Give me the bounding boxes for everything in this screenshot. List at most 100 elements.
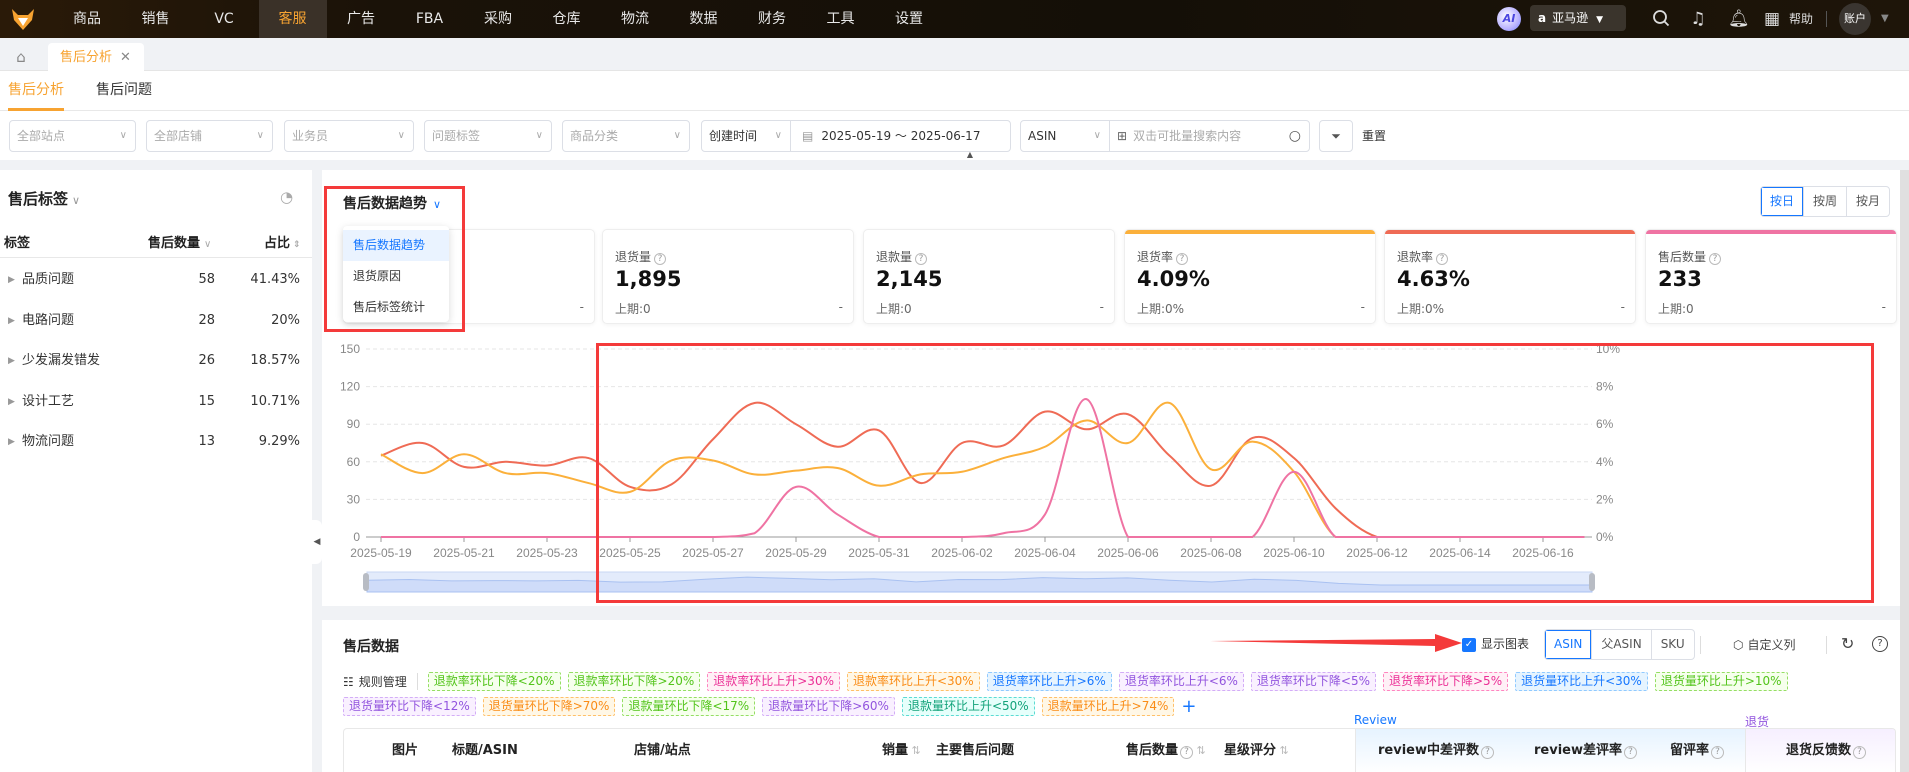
rule-tag[interactable]: 退款量环比下降<17% — [622, 697, 756, 716]
help-icon[interactable]: ? — [1176, 253, 1189, 265]
issue-tag-select[interactable]: 问题标签 ∨ — [424, 120, 552, 152]
category-select[interactable]: 商品分类 ∨ — [562, 120, 690, 152]
headset-icon[interactable]: ♫ — [1688, 9, 1708, 29]
store-select[interactable]: 全部店铺 ∨ — [146, 120, 273, 152]
nav-item[interactable]: 仓库 — [533, 0, 601, 38]
help-icon[interactable]: ? — [654, 253, 667, 265]
dimension-parent-asin[interactable]: 父ASIN — [1591, 630, 1650, 659]
pie-chart-icon[interactable]: ◔ — [280, 188, 293, 206]
nav-item[interactable]: 工具 — [807, 0, 875, 38]
site-select[interactable]: 全部站点 ∨ — [9, 120, 136, 152]
date-range-picker[interactable]: ▤ 2025-05-19 ～ 2025-06-17 — [790, 120, 1011, 152]
bell-icon[interactable]: 🔔︎ — [1728, 9, 1750, 29]
platform-selector[interactable]: a 亚马逊 ▼ — [1530, 5, 1626, 31]
nav-item[interactable]: 财务 — [738, 0, 806, 38]
reset-button[interactable]: 重置 — [1362, 120, 1386, 152]
nav-item[interactable]: 商品 — [53, 0, 121, 38]
time-type-select[interactable]: 创建时间 ∨ — [701, 120, 791, 152]
help-link[interactable]: 帮助 — [1789, 0, 1813, 38]
tab-after-sales-analysis[interactable]: 售后分析 ✕ — [48, 43, 144, 72]
tag-row[interactable]: ▶ 物流问题 13 9.29% — [0, 422, 312, 462]
nav-item[interactable]: 采购 — [464, 0, 532, 38]
search-icon[interactable] — [1651, 9, 1671, 29]
batch-grid-icon[interactable]: ⊞ — [1117, 129, 1127, 143]
dropdown-item-tag-stats[interactable]: 售后标签统计 — [343, 292, 449, 323]
expand-arrow-icon[interactable]: ▶ — [8, 341, 15, 381]
rule-tag[interactable]: 退款率环比下降>20% — [567, 672, 701, 691]
search-type-select[interactable]: ASIN ∨ — [1020, 120, 1110, 152]
search-input[interactable]: ⊞ 双击可批量搜索内容 ○ — [1109, 120, 1310, 152]
dimension-sku[interactable]: SKU — [1650, 630, 1694, 659]
col-header-ratio[interactable]: 占比 ⇕ — [264, 232, 301, 251]
ai-assistant-button[interactable]: AI — [1497, 7, 1521, 31]
close-icon[interactable]: ✕ — [120, 50, 131, 65]
granularity-day[interactable]: 按日 — [1761, 187, 1803, 216]
rule-tag[interactable]: 退款率环比下降<20% — [427, 672, 561, 691]
nav-item[interactable]: 数据 — [670, 0, 738, 38]
expand-arrow-icon[interactable]: ▶ — [8, 382, 15, 422]
search-icon[interactable]: ○ — [1289, 121, 1301, 151]
apps-grid-icon[interactable]: ▦ — [1762, 9, 1782, 29]
show-chart-checkbox[interactable]: ✓ 显示图表 — [1462, 636, 1529, 652]
fox-logo-icon[interactable] — [10, 6, 36, 32]
rule-tag[interactable]: 退货率环比上升<6% — [1118, 672, 1244, 691]
rule-tag[interactable]: 退货量环比上升>10% — [1654, 672, 1788, 691]
collapse-filters-icon[interactable]: ▲ — [950, 150, 990, 160]
rule-tag[interactable]: 退货量环比下降<12% — [343, 697, 476, 716]
rule-tag[interactable]: 退款量环比上升>74% — [1041, 697, 1175, 716]
dimension-asin[interactable]: ASIN — [1545, 630, 1591, 659]
nav-item[interactable]: 设置 — [875, 0, 943, 38]
help-icon[interactable]: ? — [915, 253, 928, 265]
granularity-month[interactable]: 按月 — [1846, 187, 1889, 216]
tag-row[interactable]: ▶ 设计工艺 15 10.71% — [0, 382, 312, 422]
advanced-filter-button[interactable]: ⏷ — [1319, 120, 1353, 152]
subtab-issues[interactable]: 售后问题 — [96, 71, 152, 111]
col-header-count[interactable]: 售后数量 ∨ — [148, 232, 211, 251]
rule-tag[interactable]: 退款量环比上升<50% — [901, 697, 1035, 716]
col-star-rating[interactable]: 星级评分 ⇅ — [1224, 729, 1289, 772]
rules-manage-button[interactable]: ☷ 规则管理 — [343, 673, 418, 690]
tag-row[interactable]: ▶ 品质问题 58 41.43% — [0, 260, 312, 300]
dropdown-item-return-reason[interactable]: 退货原因 — [343, 261, 449, 292]
tag-row[interactable]: ▶ 少发漏发错发 26 18.57% — [0, 341, 312, 381]
tag-row[interactable]: ▶ 电路问题 28 20% — [0, 301, 312, 341]
rule-tag[interactable]: 退款率环比上升>30% — [707, 672, 840, 691]
nav-item[interactable]: 物流 — [601, 0, 669, 38]
page-scrollbar[interactable] — [1900, 170, 1909, 772]
tag-panel-title[interactable]: 售后标签 ∨ — [8, 188, 80, 209]
nav-item[interactable]: 销售 — [122, 0, 190, 38]
salesperson-select[interactable]: 业务员 ∨ — [284, 120, 414, 152]
rule-tag[interactable]: 退款率环比上升<30% — [846, 672, 980, 691]
refresh-icon[interactable]: ↻ — [1841, 634, 1854, 653]
expand-arrow-icon[interactable]: ▶ — [8, 422, 15, 462]
granularity-week[interactable]: 按周 — [1803, 187, 1846, 216]
nav-item[interactable]: FBA — [396, 0, 464, 38]
custom-columns-button[interactable]: ⬡ 自定义列 — [1733, 636, 1796, 653]
rule-tag[interactable]: 退货率环比上升>6% — [986, 672, 1112, 691]
zoom-handle-right[interactable] — [1589, 573, 1595, 591]
rule-tag[interactable]: 退货量环比上升<30% — [1515, 672, 1648, 691]
expand-arrow-icon[interactable]: ▶ — [8, 301, 15, 341]
dropdown-item-trend[interactable]: 售后数据趋势 — [343, 230, 449, 261]
help-icon[interactable]: ? — [1709, 253, 1722, 265]
rule-tag[interactable]: 退款量环比下降>60% — [762, 697, 895, 716]
nav-item[interactable]: 广告 — [327, 0, 395, 38]
rule-tag[interactable]: 退货量环比下降>70% — [482, 697, 616, 716]
collapse-panel-handle[interactable]: ◀ — [312, 520, 322, 564]
trend-view-selector[interactable]: 售后数据趋势 ∨ — [343, 193, 441, 213]
expand-arrow-icon[interactable]: ▶ — [8, 260, 15, 300]
home-icon[interactable]: ⌂ — [6, 43, 36, 71]
subtab-analysis[interactable]: 售后分析 — [8, 71, 64, 111]
caret-down-icon[interactable]: ▼ — [1881, 0, 1889, 38]
zoom-handle-left[interactable] — [363, 573, 369, 591]
col-after-sales-count[interactable]: 售后数量? ⇅ — [1126, 729, 1206, 772]
account-avatar[interactable]: 账户 — [1839, 3, 1871, 35]
add-rule-icon[interactable]: + — [1181, 696, 1196, 717]
rule-tag[interactable]: 退货率环比下降<5% — [1250, 672, 1376, 691]
rule-tag[interactable]: 退货率环比下降>5% — [1383, 672, 1509, 691]
help-circle-icon[interactable]: ? — [1872, 636, 1888, 652]
nav-item[interactable]: 客服 — [258, 0, 327, 38]
nav-item[interactable]: VC — [190, 0, 258, 38]
col-sales[interactable]: 销量 ⇅ — [882, 729, 921, 772]
help-icon[interactable]: ? — [1436, 253, 1449, 265]
